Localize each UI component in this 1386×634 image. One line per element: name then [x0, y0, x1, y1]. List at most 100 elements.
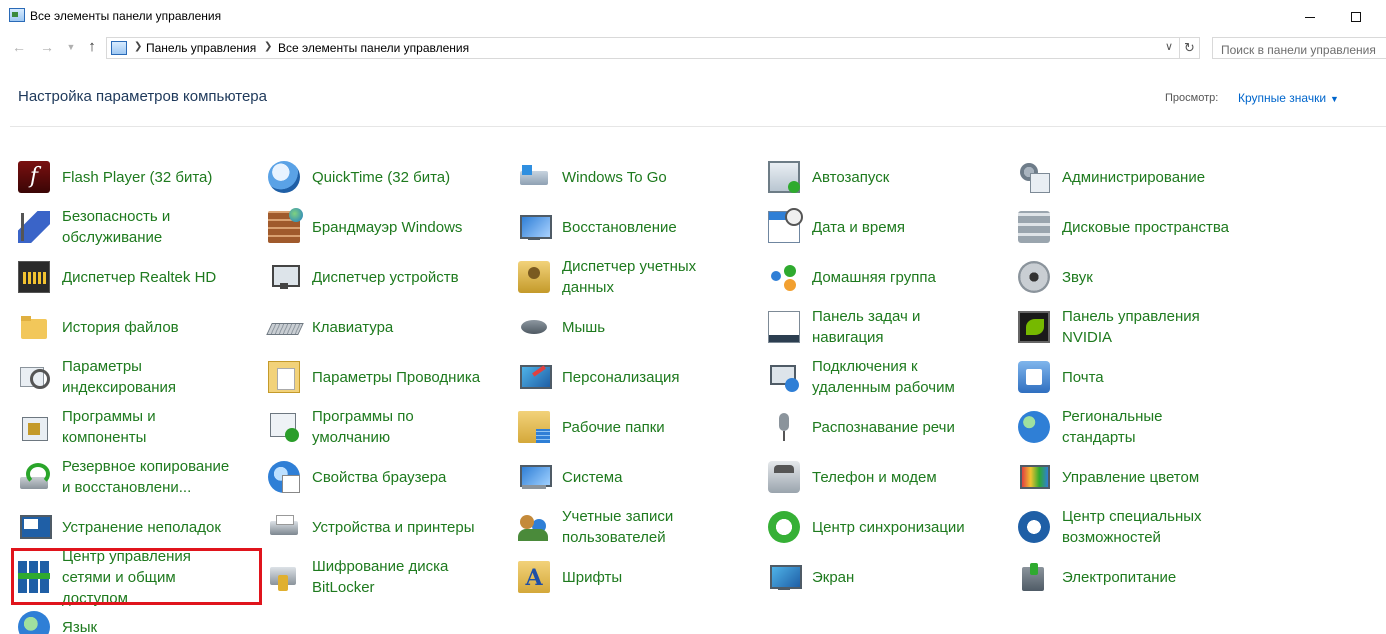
cp-item-mail[interactable]: Почта	[1000, 352, 1240, 402]
cp-item-label: История файлов	[62, 318, 179, 336]
system-icon	[518, 461, 552, 493]
cp-item-ease-of-access[interactable]: Центр специальных возможностей	[1000, 502, 1240, 552]
breadcrumb-all-items[interactable]: Все элементы панели управления	[278, 41, 469, 55]
cp-item-mouse[interactable]: Мышь	[500, 302, 740, 352]
homegroup-icon	[768, 261, 800, 293]
cp-item-date-time[interactable]: Дата и время	[750, 202, 990, 252]
cp-item-label: Параметры индексирования	[62, 358, 176, 396]
cp-item-troubleshooting[interactable]: Устранение неполадок	[0, 502, 240, 552]
refresh-icon[interactable]: ↻	[1179, 38, 1199, 58]
cp-item-programs-features[interactable]: Программы и компоненты	[0, 402, 240, 452]
breadcrumb-chevron-icon[interactable]: ❯	[134, 41, 142, 52]
recent-locations-chevron-icon[interactable]: ▼	[62, 38, 80, 56]
chevron-down-icon: ▼	[1330, 94, 1339, 104]
back-arrow-icon[interactable]: ←	[10, 38, 28, 56]
cp-item-file-history[interactable]: История файлов	[0, 302, 240, 352]
cp-item-display[interactable]: Экран	[750, 552, 990, 602]
cp-item-explorer-options[interactable]: Параметры Проводника	[250, 352, 490, 402]
cp-item-label: Шрифты	[562, 568, 623, 586]
recovery-icon	[518, 211, 552, 243]
autoplay-icon	[768, 161, 800, 193]
cp-item-fonts[interactable]: A Шрифты	[500, 552, 740, 602]
forward-arrow-icon[interactable]: →	[38, 38, 56, 56]
control-panel-icon	[9, 8, 25, 22]
cp-item-backup-restore[interactable]: Резервное копирование и восстановлени...	[0, 452, 240, 502]
microphone-icon	[768, 411, 800, 443]
cp-item-label: Почта	[1062, 368, 1104, 386]
troubleshooting-icon	[18, 511, 52, 543]
cp-item-homegroup[interactable]: Домашняя группа	[750, 252, 990, 302]
cp-item-device-manager[interactable]: Диспетчер устройств	[250, 252, 490, 302]
region-globe-icon	[1018, 411, 1050, 443]
cp-item-realtek-hd[interactable]: Диспетчер Realtek HD	[0, 252, 240, 302]
view-mode-dropdown[interactable]: Крупные значки ▼	[1238, 91, 1339, 105]
cp-item-language[interactable]: Язык	[0, 602, 240, 634]
up-arrow-icon[interactable]: ↑	[83, 38, 101, 56]
cp-item-power-options[interactable]: Электропитание	[1000, 552, 1240, 602]
cp-item-label: Параметры Проводника	[312, 368, 481, 386]
cp-item-personalization[interactable]: Персонализация	[500, 352, 740, 402]
cp-item-label: Программы и компоненты	[62, 408, 156, 446]
navigation-bar: ← → ▼ ↑ ❯ Панель управления ❯ Все элемен…	[0, 34, 1386, 62]
cp-item-speech-recognition[interactable]: Распознавание речи	[750, 402, 990, 452]
cp-item-bitlocker[interactable]: Шифрование диска BitLocker	[250, 552, 490, 602]
cp-item-label: Диспетчер Realtek HD	[62, 268, 217, 286]
title-bar: Все элементы панели управления	[0, 0, 1386, 31]
cp-item-region[interactable]: Региональные стандарты	[1000, 402, 1240, 452]
cp-item-credential-manager[interactable]: Диспетчер учетных данных	[500, 252, 740, 302]
cp-item-phone-modem[interactable]: Телефон и модем	[750, 452, 990, 502]
cp-item-label: Подключения к удаленным рабочим	[812, 358, 955, 396]
cp-item-storage-spaces[interactable]: Дисковые пространства	[1000, 202, 1240, 252]
default-programs-icon	[268, 411, 300, 443]
view-mode-value: Крупные значки	[1238, 91, 1327, 105]
cp-item-remote-desktop[interactable]: Подключения к удаленным рабочим	[750, 352, 990, 402]
date-time-icon	[768, 208, 803, 243]
cp-item-sound[interactable]: Звук	[1000, 252, 1240, 302]
mail-icon	[1018, 361, 1050, 393]
cp-item-default-programs[interactable]: Программы по умолчанию	[250, 402, 490, 452]
header-divider	[10, 126, 1386, 127]
cp-item-label: Язык	[62, 618, 98, 634]
cp-item-sync-center[interactable]: Центр синхронизации	[750, 502, 990, 552]
cp-item-nvidia[interactable]: Панель управления NVIDIA	[1000, 302, 1240, 352]
cp-item-security-maintenance[interactable]: Безопасность и обслуживание	[0, 202, 240, 252]
cp-item-quicktime[interactable]: QuickTime (32 бита)	[250, 152, 490, 202]
display-icon	[768, 561, 802, 593]
cp-item-system[interactable]: Система	[500, 452, 740, 502]
cp-item-work-folders[interactable]: Рабочие папки	[500, 402, 740, 452]
cp-item-devices-printers[interactable]: Устройства и принтеры	[250, 502, 490, 552]
usb-drive-icon	[518, 161, 550, 193]
cp-item-recovery[interactable]: Восстановление	[500, 202, 740, 252]
mouse-icon	[518, 311, 550, 343]
minimize-button[interactable]	[1287, 4, 1333, 28]
programs-icon	[18, 411, 50, 443]
device-manager-icon	[268, 261, 300, 293]
cp-item-indexing-options[interactable]: Параметры индексирования	[0, 352, 240, 402]
cp-item-windows-firewall[interactable]: Брандмауэр Windows	[250, 202, 490, 252]
cp-item-label: QuickTime (32 бита)	[312, 168, 451, 186]
realtek-icon	[18, 261, 50, 293]
cp-item-label: Панель задач и навигация	[812, 308, 921, 346]
cp-item-label: Диспетчер устройств	[312, 268, 459, 286]
cp-item-taskbar-navigation[interactable]: Панель задач и навигация	[750, 302, 990, 352]
address-dropdown-chevron-icon[interactable]: ∨	[1165, 40, 1173, 53]
cp-item-flash-player[interactable]: f Flash Player (32 бита)	[0, 152, 240, 202]
file-history-icon	[18, 311, 50, 343]
cp-item-label: Учетные записи пользователей	[562, 508, 674, 546]
breadcrumb-control-panel[interactable]: Панель управления	[146, 41, 256, 55]
cp-item-color-management[interactable]: Управление цветом	[1000, 452, 1240, 502]
cp-item-label: Система	[562, 468, 623, 486]
minimize-icon	[1305, 16, 1315, 18]
search-input[interactable]	[1212, 37, 1386, 59]
flash-player-icon: f	[18, 161, 50, 193]
cp-item-internet-options[interactable]: Свойства браузера	[250, 452, 490, 502]
cp-item-user-accounts[interactable]: Учетные записи пользователей	[500, 502, 740, 552]
address-bar[interactable]: ❯ Панель управления ❯ Все элементы панел…	[106, 37, 1200, 59]
cp-item-autoplay[interactable]: Автозапуск	[750, 152, 990, 202]
cp-item-windows-to-go[interactable]: Windows To Go	[500, 152, 740, 202]
cp-item-label: Диспетчер учетных данных	[562, 258, 697, 296]
maximize-button[interactable]	[1333, 4, 1379, 28]
cp-item-keyboard[interactable]: Клавиатура	[250, 302, 490, 352]
cp-item-administrative-tools[interactable]: Администрирование	[1000, 152, 1240, 202]
breadcrumb-chevron-icon[interactable]: ❯	[264, 41, 272, 52]
